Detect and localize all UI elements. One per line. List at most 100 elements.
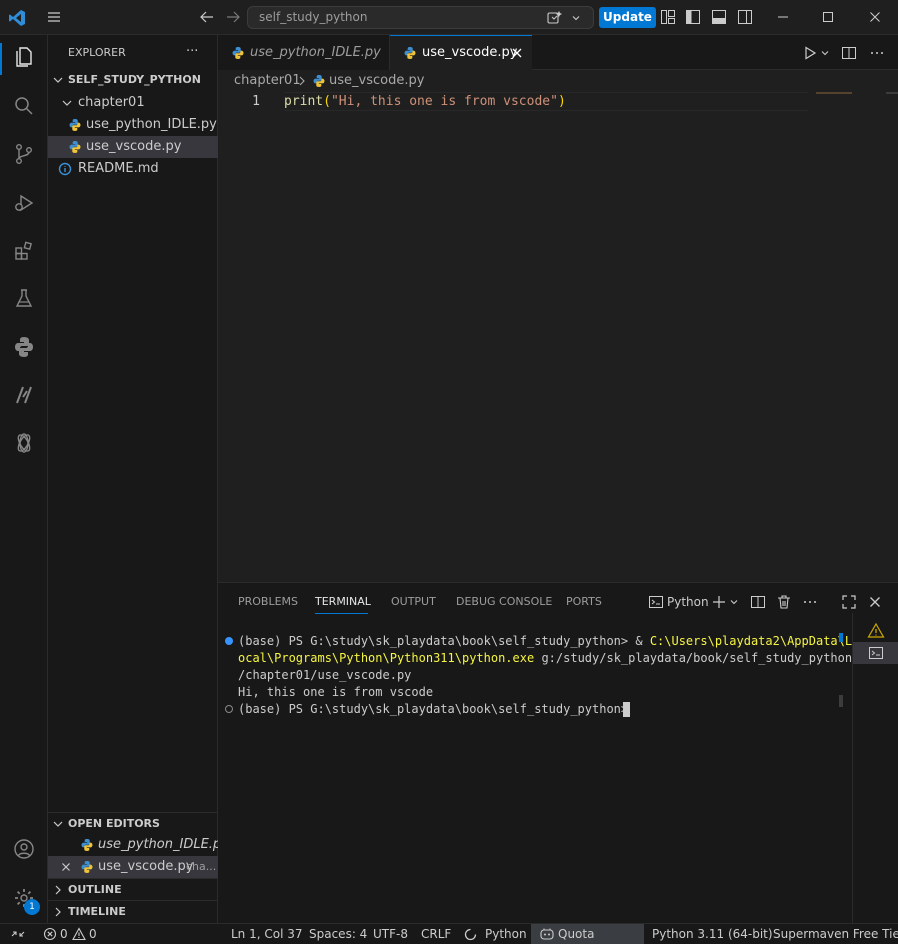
close-panel-icon[interactable] — [866, 593, 884, 611]
terminal-list-item[interactable] — [853, 620, 898, 642]
trash-icon[interactable] — [775, 593, 793, 611]
code-line[interactable]: print("Hi, this one is from vscode") — [284, 92, 808, 111]
terminal-name[interactable]: Python — [667, 595, 709, 609]
menu-icon[interactable] — [45, 8, 63, 26]
python-icon[interactable] — [12, 335, 36, 359]
timeline-header[interactable]: TIMELINE — [48, 901, 218, 923]
more-actions-icon[interactable] — [801, 593, 819, 611]
command-success-dot[interactable] — [225, 637, 233, 645]
atom-extension-icon[interactable] — [12, 431, 36, 455]
folder-root-label: SELF_STUDY_PYTHON — [68, 73, 201, 86]
split-editor-icon[interactable] — [840, 44, 858, 62]
tab-debug-console[interactable]: DEBUG CONSOLE — [456, 595, 552, 608]
close-window-icon[interactable] — [866, 8, 884, 26]
terminal-exe-path: ocal\Programs\Python\Python311\python.ex… — [238, 651, 535, 665]
terminal-scrollbar[interactable] — [839, 695, 843, 707]
cursor-position[interactable]: Ln 1, Col 37 — [231, 924, 303, 944]
extensions-icon[interactable] — [12, 239, 36, 263]
line-number: 1 — [252, 94, 260, 109]
back-arrow-icon[interactable] — [198, 8, 216, 26]
bottom-panel: PROBLEMS TERMINAL OUTPUT DEBUG CONSOLE P… — [218, 582, 898, 924]
close-icon[interactable] — [509, 45, 525, 61]
search-icon[interactable] — [12, 94, 36, 118]
chevron-down-icon — [50, 816, 66, 832]
terminal-list — [852, 613, 898, 924]
file-use-vscode[interactable]: use_vscode.py — [48, 136, 218, 158]
indentation[interactable]: Spaces: 4 — [309, 924, 367, 944]
folder-chapter01[interactable]: chapter01 — [48, 92, 218, 114]
remote-icon[interactable] — [10, 927, 26, 941]
chevron-down-icon[interactable] — [728, 593, 740, 611]
run-debug-icon[interactable] — [12, 191, 36, 215]
line-ending[interactable]: CRLF — [421, 924, 451, 944]
explorer-icon[interactable] — [12, 45, 36, 69]
minimize-icon[interactable] — [774, 8, 792, 26]
customize-layout-icon[interactable] — [659, 8, 677, 26]
chevron-down-icon[interactable] — [819, 44, 831, 62]
command-center-search[interactable]: self_study_python — [247, 6, 594, 29]
tab-label: use_vscode.py — [422, 45, 518, 60]
maximize-icon[interactable] — [819, 8, 837, 26]
python-interpreter[interactable]: Python 3.11 (64-bit) — [652, 924, 773, 944]
vscode-logo-icon[interactable] — [8, 9, 26, 27]
minimap[interactable] — [816, 92, 852, 94]
terminal-icon — [867, 644, 885, 662]
explorer-sidebar: EXPLORER ··· SELF_STUDY_PYTHON chapter01… — [48, 35, 218, 923]
tab-problems[interactable]: PROBLEMS — [238, 595, 298, 608]
toggle-secondary-sidebar-icon[interactable] — [736, 8, 754, 26]
code-bracket: ) — [557, 94, 566, 109]
quota-status[interactable]: Quota reached — [531, 924, 644, 944]
encoding[interactable]: UTF-8 — [373, 924, 408, 944]
tab-ports[interactable]: PORTS — [566, 595, 602, 608]
terminal-amp: & — [635, 634, 650, 648]
open-editor-item[interactable]: use_python_IDLE.p... — [48, 834, 218, 856]
toggle-panel-icon[interactable] — [710, 8, 728, 26]
testing-flask-icon[interactable] — [12, 287, 36, 311]
open-editor-item-active[interactable]: use_vscode.py cha... — [48, 856, 218, 878]
tab-use-python-idle[interactable]: use_python_IDLE.py — [218, 35, 390, 70]
split-terminal-icon[interactable] — [749, 593, 767, 611]
new-terminal-plus-icon[interactable] — [710, 593, 728, 611]
error-count[interactable]: 0 — [60, 924, 68, 944]
accounts-icon[interactable] — [12, 837, 36, 861]
breadcrumb-folder[interactable]: chapter01 — [234, 70, 301, 92]
open-editor-name: use_python_IDLE.p... — [98, 837, 218, 852]
supermaven-icon[interactable] — [12, 383, 36, 407]
warning-icon[interactable] — [72, 927, 86, 941]
tab-output[interactable]: OUTPUT — [391, 595, 436, 608]
run-python-file-icon[interactable] — [801, 44, 819, 62]
loading-spinner-icon — [464, 928, 477, 941]
source-control-icon[interactable] — [12, 142, 36, 166]
more-actions-icon[interactable]: ··· — [186, 44, 202, 60]
more-actions-icon[interactable] — [868, 44, 886, 62]
tab-use-vscode[interactable]: use_vscode.py — [390, 35, 532, 70]
open-editor-name: use_vscode.py — [98, 859, 194, 874]
explorer-title: EXPLORER — [68, 46, 126, 59]
supermaven-status[interactable]: Supermaven Free Tier — [773, 924, 898, 944]
chevron-down-icon — [50, 72, 66, 88]
breadcrumb-file[interactable]: use_vscode.py — [329, 70, 424, 92]
code-editor[interactable]: 1 print("Hi, this one is from vscode") — [218, 92, 898, 582]
maximize-panel-icon[interactable] — [840, 593, 858, 611]
python-file-icon — [80, 860, 94, 874]
language-mode[interactable]: Python — [485, 924, 527, 944]
file-use-python-idle[interactable]: use_python_IDLE.py — [48, 114, 218, 136]
file-readme[interactable]: README.md — [48, 158, 218, 180]
copilot-icon[interactable] — [546, 9, 564, 27]
forward-arrow-icon[interactable] — [224, 8, 242, 26]
close-icon[interactable] — [58, 859, 74, 875]
editor-scrollbar[interactable] — [886, 92, 898, 94]
error-icon[interactable] — [43, 927, 57, 941]
update-button[interactable]: Update — [599, 7, 656, 28]
outline-header[interactable]: OUTLINE — [48, 879, 218, 901]
terminal-list-item-active[interactable] — [853, 642, 898, 664]
folder-root[interactable]: SELF_STUDY_PYTHON — [48, 69, 218, 91]
chevron-down-icon[interactable] — [570, 12, 582, 24]
open-editors-header[interactable]: OPEN EDITORS — [48, 813, 218, 835]
terminal-icon[interactable] — [647, 593, 665, 611]
tab-terminal[interactable]: TERMINAL — [315, 595, 371, 608]
warning-count[interactable]: 0 — [89, 924, 97, 944]
chevron-right-icon — [50, 882, 66, 898]
toggle-sidebar-icon[interactable] — [684, 8, 702, 26]
command-pending-dot[interactable] — [225, 705, 233, 713]
